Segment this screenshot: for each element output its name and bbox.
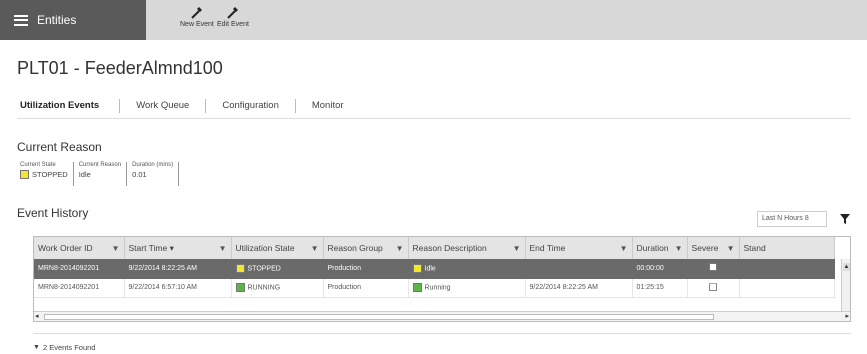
column-filter-icon[interactable]: ▼ [396, 244, 404, 253]
current-reason-panel: Current State STOPPED Current Reason Idl… [17, 162, 180, 186]
state-color-swatch [20, 170, 29, 179]
tab-bar: Utilization Events Work Queue Configurat… [17, 96, 360, 116]
cell-stand [739, 278, 835, 298]
funnel-icon[interactable] [839, 213, 851, 225]
cell-duration: 01:25:15 [632, 278, 688, 298]
collapse-triangle-icon[interactable]: ▼ [33, 344, 40, 351]
column-header-start-time[interactable]: Start Time ▾ ▼ [124, 237, 232, 259]
table-row[interactable]: MRN8-2014092201 9/22/2014 8:22:25 AM STO… [34, 259, 835, 279]
wrench-icon [227, 7, 238, 19]
column-filter-icon[interactable]: ▼ [112, 244, 120, 253]
cell-end-time: 9/22/2014 8:22:25 AM [525, 278, 633, 298]
cell-reason-description: Running [424, 284, 451, 292]
cell-reason-group: Production [323, 259, 409, 279]
cell-state: RUNNING [247, 284, 281, 292]
tab-monitor[interactable]: Monitor [294, 99, 360, 113]
cell-stand [739, 259, 835, 279]
current-reason-label: Current Reason [78, 162, 122, 168]
current-state-value: STOPPED [32, 170, 68, 179]
horizontal-scrollbar[interactable]: ◂ ▸ [34, 311, 850, 321]
reason-color-swatch [412, 263, 422, 273]
horizontal-scroll-thumb[interactable] [44, 314, 714, 320]
tab-work-queue[interactable]: Work Queue [119, 99, 205, 113]
state-color-swatch [235, 263, 245, 273]
duration-label: Duration (mins) [132, 162, 174, 168]
scroll-right-arrow-icon[interactable]: ▸ [845, 313, 849, 321]
filter-value: 8 [804, 215, 809, 222]
cell-start-time: 9/22/2014 8:22:25 AM [124, 259, 232, 279]
cell-work-order: MRN8-2014092201 [34, 278, 125, 298]
column-header-duration[interactable]: Duration ▼ [632, 237, 688, 259]
cell-reason-group: Production [323, 278, 409, 298]
cell-state: STOPPED [247, 265, 281, 273]
current-reason-heading: Current Reason [17, 140, 102, 154]
current-state-label: Current State [20, 162, 56, 168]
tab-utilization-events[interactable]: Utilization Events [17, 99, 119, 113]
current-reason-cell: Current Reason Idle [74, 162, 128, 186]
column-filter-icon[interactable]: ▼ [727, 244, 735, 253]
entities-label: Entities [37, 13, 77, 27]
scroll-up-arrow-icon[interactable]: ▲ [843, 263, 850, 271]
cell-end-time [525, 259, 633, 279]
tab-divider [17, 118, 851, 119]
cell-work-order: MRN8-2014092201 [34, 259, 125, 279]
column-filter-icon[interactable]: ▼ [513, 244, 521, 253]
page-title: PLT01 - FeederAlmnd100 [17, 58, 223, 78]
severe-checkbox[interactable] [709, 263, 717, 272]
scroll-left-arrow-icon[interactable]: ◂ [35, 313, 39, 321]
last-n-hours-filter[interactable]: Last N Hours 8 [757, 211, 827, 227]
column-header-stand[interactable]: Stand [739, 237, 835, 259]
current-reason-value: Idle [78, 170, 91, 179]
state-color-swatch [235, 283, 245, 292]
edit-event-label: Edit Event [217, 21, 249, 28]
cell-duration: 00:00:00 [632, 259, 688, 279]
hamburger-menu-icon [14, 14, 28, 26]
reason-color-swatch [412, 283, 422, 292]
new-event-label: New Event [180, 21, 214, 28]
footer-divider [33, 333, 851, 334]
column-header-reason-group[interactable]: Reason Group ▼ [323, 237, 409, 259]
duration-value: 0.01 [132, 170, 147, 179]
cell-reason-description: Idle [424, 265, 436, 273]
column-filter-icon[interactable]: ▼ [620, 244, 628, 253]
column-filter-icon[interactable]: ▼ [675, 244, 683, 253]
column-header-reason-description[interactable]: Reason Description ▼ [408, 237, 526, 259]
column-header-work-order[interactable]: Work Order ID ▼ [34, 237, 125, 259]
column-filter-icon[interactable]: ▼ [219, 244, 227, 253]
events-found-summary[interactable]: ▼ 2 Events Found [33, 343, 95, 352]
column-header-end-time[interactable]: End Time ▼ [525, 237, 633, 259]
vertical-scrollbar[interactable]: ▲ [841, 259, 850, 313]
grid-header-row: Work Order ID ▼ Start Time ▾ ▼ Utilization… [34, 237, 835, 259]
event-history-heading: Event History [17, 206, 89, 220]
table-row[interactable]: MRN8-2014092201 9/22/2014 6:57:10 AM RUN… [34, 278, 835, 298]
duration-cell: Duration (mins) 0.01 [127, 162, 180, 186]
column-header-severe[interactable]: Severe ▼ [687, 237, 740, 259]
current-state-cell: Current State STOPPED [17, 162, 74, 186]
edit-event-button[interactable]: Edit Event [217, 5, 249, 35]
cell-start-time: 9/22/2014 6:57:10 AM [124, 278, 232, 298]
tab-configuration[interactable]: Configuration [205, 99, 295, 113]
event-history-grid: Work Order ID ▼ Start Time ▾ ▼ Utilization… [33, 236, 851, 322]
column-filter-icon[interactable]: ▼ [311, 244, 319, 253]
new-event-button[interactable]: New Event [180, 5, 214, 35]
wrench-icon [191, 7, 202, 19]
events-found-label: 2 Events Found [42, 343, 96, 352]
filter-label: Last N Hours [762, 215, 803, 222]
column-header-utilization-state[interactable]: Utilization State ▼ [231, 237, 324, 259]
top-toolbar: Entities New Event Edit Event [0, 0, 867, 40]
entities-menu-button[interactable]: Entities [0, 0, 146, 40]
severe-checkbox[interactable] [709, 282, 717, 291]
